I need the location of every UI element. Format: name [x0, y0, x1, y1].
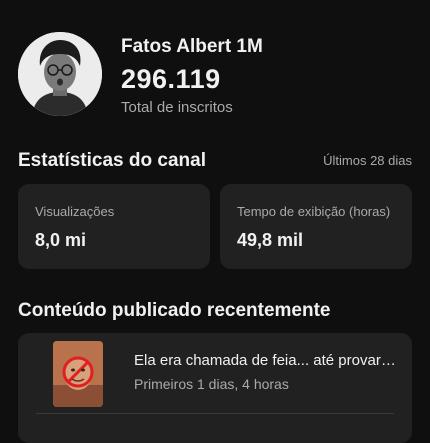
watch-time-label: Tempo de exibição (horas) — [237, 204, 391, 219]
recent-section-title: Conteúdo publicado recentemente — [18, 300, 331, 321]
recent-content-card: Ela era chamada de feia... até provar qu… — [18, 333, 412, 443]
list-divider — [36, 413, 394, 414]
views-value: 8,0 mi — [35, 230, 87, 250]
stats-section-title: Estatísticas do canal — [18, 150, 206, 171]
channel-name: Fatos Albert 1M — [121, 36, 263, 57]
channel-avatar[interactable] — [18, 32, 102, 116]
video-thumbnail[interactable] — [53, 341, 103, 407]
watch-time-value: 49,8 mil — [237, 230, 304, 250]
stats-period: Últimos 28 dias — [323, 153, 412, 168]
channel-header: Fatos Albert 1M 296.119 Total de inscrit… — [0, 0, 430, 130]
subscriber-label: Total de inscritos — [121, 99, 233, 116]
video-meta: Primeiros 1 dias, 4 horas — [134, 376, 289, 392]
subscriber-count: 296.119 — [121, 64, 221, 94]
watch-time-card[interactable]: Tempo de exibição (horas) 49,8 mil — [220, 184, 412, 269]
video-title: Ela era chamada de feia... até provar qu… — [134, 352, 396, 369]
avatar-portrait-icon — [18, 32, 102, 116]
views-card[interactable]: Visualizações 8,0 mi — [18, 184, 210, 269]
video-thumbnail-image — [53, 341, 103, 407]
views-label: Visualizações — [35, 204, 115, 219]
